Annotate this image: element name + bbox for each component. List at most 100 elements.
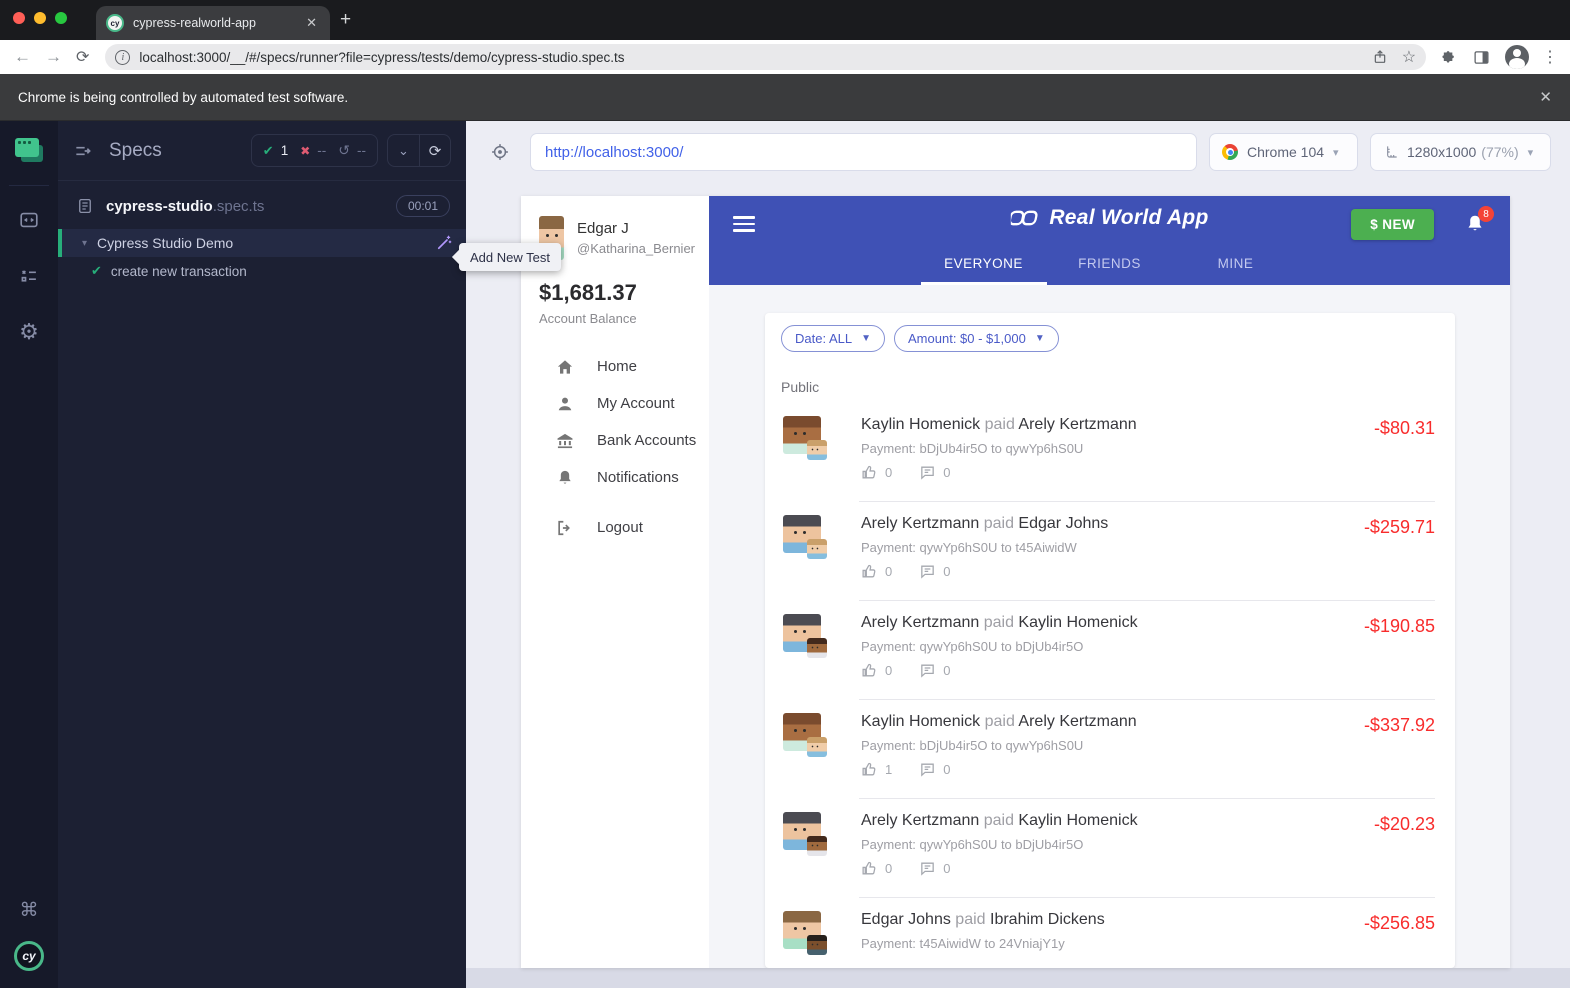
transaction-row[interactable]: Edgar Johns paid Ibrahim Dickens Payment… [781,897,1439,968]
comment-icon[interactable] [919,464,936,481]
hamburger-menu-icon[interactable] [733,216,755,232]
browser-tab[interactable]: cy cypress-realworld-app ✕ [96,6,330,40]
new-transaction-button[interactable]: $ NEW [1351,209,1434,240]
transaction-row[interactable]: Arely Kertzmann paid Kaylin Homenick Pay… [781,600,1439,699]
receiver-avatar [807,737,827,757]
viewport-select[interactable]: 1280x1000 (77%) ▾ [1370,133,1551,171]
transaction-amount: -$190.85 [1364,616,1435,699]
browser-select[interactable]: Chrome 104 ▾ [1209,133,1358,171]
reload-button[interactable]: ⟳ [76,47,89,67]
runs-nav-icon[interactable] [0,265,58,287]
comment-count: 0 [943,465,950,480]
tab-close-icon[interactable]: ✕ [303,15,320,31]
address-bar[interactable]: i localhost:3000/__/#/specs/runner?file=… [105,44,1426,70]
minimize-window-button[interactable] [34,12,46,24]
sender-name[interactable]: Arely Kertzmann [861,614,979,631]
paid-label: paid [955,911,985,928]
sidebar-item-notifications[interactable]: Notifications [521,459,709,496]
like-icon[interactable] [861,464,878,481]
browser-menu-icon[interactable]: ⋮ [1542,47,1558,67]
receiver-name[interactable]: Edgar Johns [1018,515,1108,532]
forward-button[interactable]: → [45,47,62,67]
side-panel-icon[interactable] [1473,49,1490,66]
bookmark-star-icon[interactable]: ☆ [1402,47,1416,67]
bank-icon [555,431,575,451]
paid-label: paid [985,416,1015,433]
tab-mine[interactable]: MINE [1173,256,1299,285]
address-url[interactable]: localhost:3000/__/#/specs/runner?file=cy… [139,50,1357,65]
paid-label: paid [985,713,1015,730]
sender-name[interactable]: Edgar Johns [861,911,951,928]
transaction-row[interactable]: Kaylin Homenick paid Arely Kertzmann Pay… [781,699,1439,798]
sender-name[interactable]: Arely Kertzmann [861,515,979,532]
comment-icon[interactable] [919,761,936,778]
receiver-name[interactable]: Ibrahim Dickens [990,911,1105,928]
account-balance-label: Account Balance [539,311,691,326]
like-icon[interactable] [861,761,878,778]
share-icon[interactable] [1372,49,1388,65]
app-under-test: Edgar J @Katharina_Bernier $1,681.37 Acc… [521,196,1510,968]
chevron-down-icon: ▼ [1035,333,1045,344]
keyboard-shortcuts-icon[interactable]: ⌘ [0,899,58,922]
sidebar-item-logout[interactable]: Logout [521,509,709,546]
amount-filter-chip[interactable]: Amount: $0 - $1,000▼ [894,325,1059,352]
payment-detail: Payment: t45AiwidW to 24VniajY1y [861,936,1364,951]
add-new-test-wand-icon[interactable] [435,234,453,257]
sender-name[interactable]: Arely Kertzmann [861,812,979,829]
like-icon[interactable] [861,860,878,877]
suite-row[interactable]: ▾ Cypress Studio Demo [58,229,466,257]
viewport-size-value: 1280x1000 [1407,144,1476,160]
tab-everyone[interactable]: EVERYONE [921,256,1047,285]
specs-title: Specs [109,140,162,162]
back-button[interactable]: ← [14,47,31,67]
suite-name: Cypress Studio Demo [97,235,233,251]
aut-url-input[interactable] [530,133,1197,171]
collapse-all-button[interactable]: ⌄ [388,135,419,166]
receiver-name[interactable]: Kaylin Homenick [1018,812,1137,829]
test-name: create new transaction [111,264,247,279]
close-window-button[interactable] [13,12,25,24]
like-icon[interactable] [861,563,878,580]
new-tab-button[interactable]: + [340,10,351,29]
browser-profile-avatar[interactable] [1505,45,1529,69]
sidebar-item-home[interactable]: Home [521,348,709,385]
test-row[interactable]: ✔ create new transaction [58,257,466,285]
maximize-window-button[interactable] [55,12,67,24]
social-row: 0 0 [861,464,1374,481]
sender-name[interactable]: Kaylin Homenick [861,416,980,433]
transaction-row[interactable]: Arely Kertzmann paid Kaylin Homenick Pay… [781,798,1439,897]
comment-icon[interactable] [919,860,936,877]
browser-select-value: Chrome 104 [1247,144,1324,160]
infobar-close-icon[interactable]: ✕ [1539,88,1552,106]
chevron-down-icon[interactable]: ▾ [82,238,87,249]
specs-nav-icon[interactable] [0,209,58,231]
date-filter-chip[interactable]: Date: ALL▼ [781,325,885,352]
comment-icon[interactable] [919,662,936,679]
receiver-avatar [807,539,827,559]
sender-name[interactable]: Kaylin Homenick [861,713,980,730]
paid-label: paid [984,515,1014,532]
active-browser-icon[interactable] [0,138,58,162]
rerun-button[interactable]: ⟳ [419,135,450,166]
tab-friends[interactable]: FRIENDS [1047,256,1173,285]
like-icon[interactable] [861,662,878,679]
comment-icon[interactable] [919,563,936,580]
notifications-bell[interactable]: 8 [1464,213,1486,235]
receiver-name[interactable]: Arely Kertzmann [1018,713,1136,730]
extensions-puzzle-icon[interactable] [1441,49,1458,66]
transaction-row[interactable]: Kaylin Homenick paid Arely Kertzmann Pay… [781,402,1439,501]
selector-playground-icon[interactable] [482,142,518,162]
spec-file-name: cypress-studio [106,198,213,215]
spec-file-row[interactable]: cypress-studio.spec.ts 00:01 [58,181,466,229]
social-row: 0 0 [861,860,1374,877]
transaction-row[interactable]: Arely Kertzmann paid Edgar Johns Payment… [781,501,1439,600]
site-info-icon[interactable]: i [115,50,130,65]
transaction-avatars [783,713,839,798]
receiver-name[interactable]: Kaylin Homenick [1018,614,1137,631]
sidebar-item-my-account[interactable]: My Account [521,385,709,422]
settings-gear-icon[interactable]: ⚙ [0,319,58,345]
sidebar-item-bank-accounts[interactable]: Bank Accounts [521,422,709,459]
receiver-name[interactable]: Arely Kertzmann [1018,416,1136,433]
screen: cy cypress-realworld-app ✕ + ← → ⟳ i loc… [0,0,1570,988]
run-stats: ✔ 1 ✖ -- ↺ -- [251,134,378,167]
